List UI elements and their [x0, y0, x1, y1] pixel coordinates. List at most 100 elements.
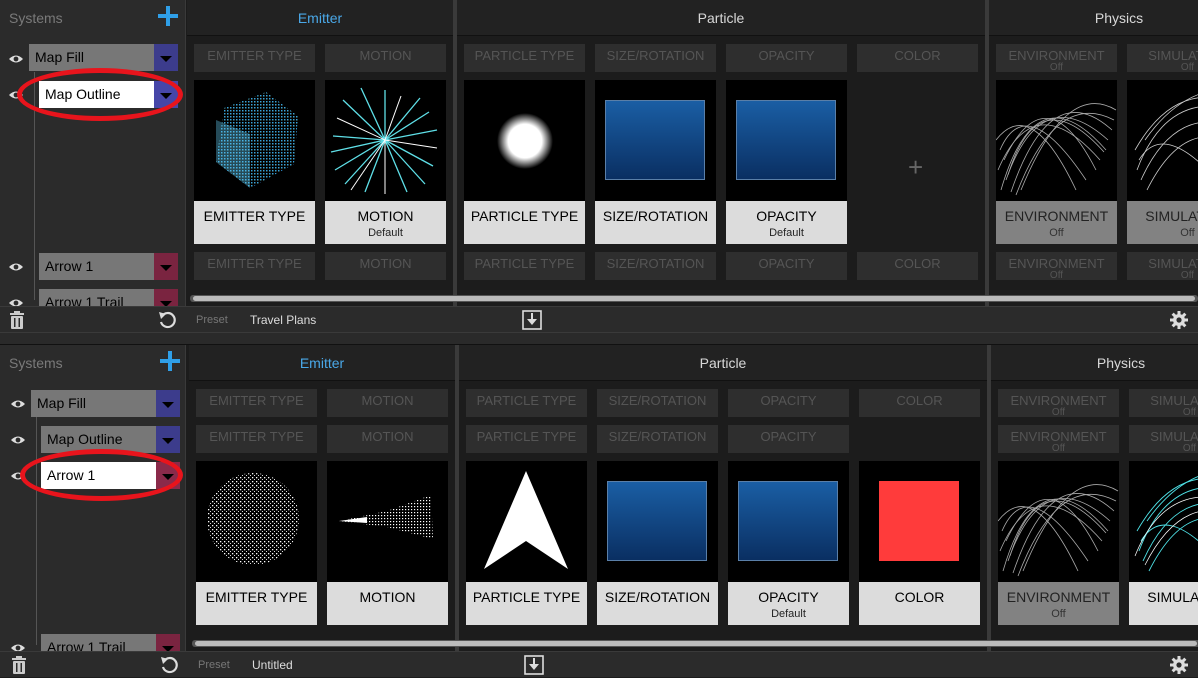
ghost-slot: OPACITY — [728, 425, 849, 453]
trash-icon[interactable] — [9, 311, 25, 329]
tile-opacity[interactable]: OPACITY Default — [728, 461, 849, 625]
color-preview — [859, 461, 980, 582]
reset-icon[interactable] — [160, 656, 178, 674]
trash-icon[interactable] — [11, 656, 27, 674]
tile-label: EMITTER TYPE — [194, 201, 315, 244]
layer-dropdown-icon[interactable] — [156, 390, 180, 417]
section-divider — [453, 0, 457, 306]
section-emitter[interactable]: Emitter — [187, 0, 453, 36]
visibility-eye-icon[interactable] — [8, 262, 24, 272]
tile-label: ENVIRONMENT Off — [998, 582, 1119, 625]
layer-name: Map Fill — [31, 390, 156, 417]
tile-simulation[interactable]: SIMULATION — [1129, 461, 1198, 625]
add-system-icon[interactable] — [158, 6, 178, 26]
section-physics[interactable]: Physics — [989, 0, 1198, 36]
ghost-slot: MOTION — [327, 425, 448, 453]
highlight-circle — [20, 449, 183, 501]
systems-sidebar: Systems Map Fill Map Outline Arrow 1 Arr… — [0, 345, 186, 661]
preset-name[interactable]: Travel Plans — [250, 313, 316, 327]
motion-preview — [327, 461, 448, 582]
panel-separator — [0, 332, 1198, 345]
ghost-slot: PARTICLE TYPE — [466, 389, 587, 417]
ghost-slot: EMITTER TYPE — [194, 252, 315, 280]
ghost-slot: MOTION — [327, 389, 448, 417]
ghost-slot: COLOR — [859, 389, 980, 417]
ghost-slot: OPACITY — [726, 252, 847, 280]
ghost-slot: SIZE/ROTATION — [595, 44, 716, 72]
environment-preview — [996, 80, 1117, 201]
tile-opacity[interactable]: OPACITY Default — [726, 80, 847, 244]
ghost-slot: EMITTER TYPE — [196, 389, 317, 417]
add-color-slot[interactable]: + — [857, 80, 978, 244]
environment-preview — [998, 461, 1119, 582]
ghost-slot: SIZE/ROTATION — [597, 425, 718, 453]
reset-icon[interactable] — [158, 311, 176, 329]
tile-label: SIMULATIONOff — [1127, 201, 1198, 244]
ghost-slot: COLOR — [857, 44, 978, 72]
ghost-slot: ENVIRONMENT Off — [996, 252, 1117, 280]
layer-dropdown-icon[interactable] — [154, 253, 178, 280]
visibility-eye-icon[interactable] — [8, 54, 24, 64]
ghost-slot: EMITTER TYPE — [194, 44, 315, 72]
layer-dropdown-icon[interactable] — [154, 44, 178, 71]
horizontal-scrollbar[interactable] — [190, 295, 1198, 302]
tile-color[interactable]: COLOR — [859, 461, 980, 625]
tile-environment[interactable]: ENVIRONMENT Off — [998, 461, 1119, 625]
tile-emitter-type[interactable]: EMITTER TYPE — [196, 461, 317, 625]
layer-dropdown-icon[interactable] — [156, 426, 180, 453]
ghost-slot: PARTICLE TYPE — [464, 252, 585, 280]
tile-simulation[interactable]: SIMULATIONOff — [1127, 80, 1198, 244]
particle-type-preview — [466, 461, 587, 582]
tile-label: MOTION — [327, 582, 448, 625]
save-preset-icon[interactable] — [522, 310, 542, 330]
opacity-preview — [726, 80, 847, 201]
systems-sidebar: Systems Map Fill Map Outline Arrow 1 Arr… — [0, 0, 186, 316]
tile-motion[interactable]: MOTION Default — [325, 80, 446, 244]
tile-environment[interactable]: ENVIRONMENT Off — [996, 80, 1117, 244]
simulation-preview — [1127, 80, 1198, 201]
ghost-slot: OPACITY — [728, 389, 849, 417]
color-swatch — [879, 481, 959, 561]
save-preset-icon[interactable] — [524, 655, 544, 675]
plus-icon: + — [908, 152, 924, 182]
tile-label: MOTION Default — [325, 201, 446, 244]
horizontal-scrollbar[interactable] — [192, 640, 1198, 647]
section-particle[interactable]: Particle — [459, 345, 987, 381]
ghost-slot: COLOR — [857, 252, 978, 280]
section-particle[interactable]: Particle — [457, 0, 985, 36]
layer-map-fill[interactable]: Map Fill — [29, 44, 178, 71]
opacity-preview — [728, 461, 849, 582]
tile-particle-type[interactable]: PARTICLE TYPE — [464, 80, 585, 244]
preset-name[interactable]: Untitled — [252, 658, 293, 672]
section-physics[interactable]: Physics — [991, 345, 1198, 381]
gear-icon[interactable] — [1170, 656, 1188, 674]
gear-icon[interactable] — [1170, 311, 1188, 329]
add-system-icon[interactable] — [160, 351, 180, 371]
tile-size-rotation[interactable]: SIZE/ROTATION — [595, 80, 716, 244]
section-emitter[interactable]: Emitter — [189, 345, 455, 381]
visibility-eye-icon[interactable] — [10, 399, 26, 409]
tile-label: ENVIRONMENT Off — [996, 201, 1117, 244]
tile-emitter-type[interactable]: EMITTER TYPE — [194, 80, 315, 244]
tile-particle-type[interactable]: PARTICLE TYPE — [466, 461, 587, 625]
tile-motion[interactable]: MOTION — [327, 461, 448, 625]
visibility-eye-icon[interactable] — [10, 435, 26, 445]
layer-arrow-1[interactable]: Arrow 1 — [39, 253, 178, 280]
layer-map-fill[interactable]: Map Fill — [31, 390, 180, 417]
size-rotation-preview — [597, 461, 718, 582]
ghost-slot: EMITTER TYPE — [196, 425, 317, 453]
particle-type-preview — [464, 80, 585, 201]
tile-label: SIZE/ROTATION — [597, 582, 718, 625]
tree-line — [36, 417, 37, 645]
highlight-circle — [17, 68, 183, 121]
layer-name: Map Fill — [29, 44, 154, 71]
ghost-slot: MOTION — [325, 252, 446, 280]
ghost-slot: MOTION — [325, 44, 446, 72]
tile-label: SIZE/ROTATION — [595, 201, 716, 244]
tile-label: SIMULATION — [1129, 582, 1198, 625]
ghost-slot: SIZE/ROTATION — [597, 389, 718, 417]
ghost-slot: PARTICLE TYPE — [464, 44, 585, 72]
tile-size-rotation[interactable]: SIZE/ROTATION — [597, 461, 718, 625]
ghost-slot: OPACITY — [726, 44, 847, 72]
tile-label: PARTICLE TYPE — [464, 201, 585, 244]
